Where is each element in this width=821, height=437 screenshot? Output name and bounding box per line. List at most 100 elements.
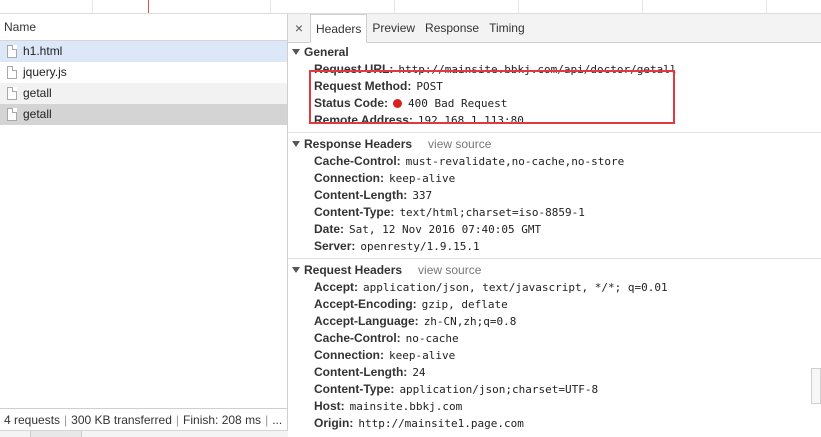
header-key: Cache-Control:	[314, 331, 401, 345]
response-header-row: Server: openresty/1.9.15.1	[314, 238, 480, 255]
file-icon	[7, 66, 17, 79]
header-key: Host:	[314, 399, 345, 413]
transferred-size: 300 KB transferred	[71, 413, 172, 427]
general-row-remote-address: Remote Address: 192.168.1.113:80	[314, 112, 524, 129]
request-row-jquery-js[interactable]: jquery.js	[0, 62, 287, 83]
triangle-down-icon	[292, 49, 300, 55]
header-value: no-cache	[405, 332, 459, 345]
header-key: Accept:	[314, 280, 359, 294]
section-divider	[288, 132, 821, 133]
tab-response[interactable]: Response	[420, 14, 484, 42]
header-key: Connection:	[314, 171, 384, 185]
tab-timing[interactable]: Timing	[484, 14, 530, 42]
header-key: Cache-Control:	[314, 154, 401, 168]
header-value: Sat, 12 Nov 2016 07:40:05 GMT	[349, 223, 542, 236]
request-row-getall[interactable]: getall	[0, 83, 287, 104]
timeline-marker	[148, 0, 149, 13]
general-row-request-method: Request Method: POST	[314, 78, 443, 95]
header-value: http://mainsite.bbkj.com/api/doctor/geta…	[398, 63, 677, 76]
top-timeline-strip	[0, 0, 821, 14]
headers-content: General Request URL: http://mainsite.bbkj…	[288, 43, 821, 437]
status-error-dot-icon	[393, 99, 403, 108]
header-value: openresty/1.9.15.1	[360, 240, 480, 253]
request-name: getall	[23, 107, 52, 121]
general-section-toggle[interactable]: General	[292, 44, 349, 60]
header-value: keep-alive	[389, 349, 456, 362]
header-key: Content-Length:	[314, 365, 408, 379]
header-key: Content-Length:	[314, 188, 408, 202]
header-key: Accept-Encoding:	[314, 297, 417, 311]
header-value: http://mainsite1.page.com	[358, 417, 524, 430]
more-ellipsis: ...	[272, 413, 283, 427]
header-value: keep-alive	[389, 172, 456, 185]
request-header-row: Host: mainsite.bbkj.com	[314, 398, 462, 415]
timeline-tick	[766, 0, 767, 13]
request-headers-title: Request Headers	[304, 263, 403, 277]
header-value: 400 Bad Request	[408, 97, 508, 110]
general-title: General	[304, 45, 349, 59]
scrollbar-thumb[interactable]	[811, 368, 821, 404]
timeline-tick	[642, 0, 643, 13]
tab-preview[interactable]: Preview	[367, 14, 420, 42]
request-list-pane: Name h1.html jquery.js getall getall 4 r…	[0, 14, 288, 437]
header-key: Date:	[314, 222, 345, 236]
request-header-row: Content-Type: application/json;charset=UT…	[314, 381, 598, 398]
header-value: mainsite.bbkj.com	[349, 400, 463, 413]
response-view-source-link[interactable]: view source	[428, 137, 491, 151]
header-value: 192.168.1.113:80	[417, 114, 524, 127]
file-icon	[7, 108, 17, 121]
request-header-row: Origin: http://mainsite1.page.com	[314, 415, 524, 432]
header-key: Accept-Language:	[314, 314, 419, 328]
response-header-row: Connection: keep-alive	[314, 170, 455, 187]
header-key: Request URL:	[314, 62, 394, 76]
file-icon	[7, 87, 17, 100]
triangle-down-icon	[292, 267, 300, 273]
request-header-row: Connection: keep-alive	[314, 347, 455, 364]
header-value: text/html;charset=iso-8859-1	[399, 206, 585, 219]
response-headers-section-toggle[interactable]: Response Headers view source	[292, 136, 491, 152]
request-name: jquery.js	[23, 65, 67, 79]
request-details-pane: × Headers Preview Response Timing Genera…	[288, 14, 821, 437]
tab-headers[interactable]: Headers	[310, 14, 368, 43]
close-icon[interactable]: ×	[288, 14, 310, 42]
response-header-row: Content-Type: text/html;charset=iso-8859-…	[314, 204, 585, 221]
request-header-row: Accept-Language: zh-CN,zh;q=0.8	[314, 313, 516, 330]
response-header-row: Cache-Control: must-revalidate,no-cache,n…	[314, 153, 624, 170]
header-key: Request Method:	[314, 79, 412, 93]
request-row-getall-active[interactable]: getall	[0, 104, 287, 125]
network-summary-bar: 4 requests | 300 KB transferred | Finish: 20…	[0, 408, 287, 430]
bottom-drawer-strip	[0, 430, 288, 437]
header-key: Content-Type:	[314, 205, 395, 219]
timeline-tick	[518, 0, 519, 13]
request-name: getall	[23, 86, 52, 100]
request-header-row: Content-Length: 24	[314, 364, 426, 381]
request-headers-section-toggle[interactable]: Request Headers view source	[292, 262, 481, 278]
timeline-tick	[92, 0, 93, 13]
timeline-tick	[270, 0, 271, 13]
response-header-row: Content-Length: 337	[314, 187, 432, 204]
header-value: zh-CN,zh;q=0.8	[423, 315, 517, 328]
drawer-tab[interactable]	[30, 431, 82, 437]
file-icon	[7, 45, 17, 58]
request-header-row: Cache-Control: no-cache	[314, 330, 459, 347]
timeline-tick	[394, 0, 395, 13]
request-view-source-link[interactable]: view source	[418, 263, 481, 277]
header-value: POST	[416, 80, 443, 93]
header-key: Remote Address:	[314, 113, 413, 127]
header-value: gzip, deflate	[421, 298, 508, 311]
header-value: must-revalidate,no-cache,no-store	[405, 155, 625, 168]
section-divider	[288, 258, 821, 259]
request-row-h1-html[interactable]: h1.html	[0, 41, 287, 62]
response-header-row: Date: Sat, 12 Nov 2016 07:40:05 GMT	[314, 221, 541, 238]
details-tab-bar: × Headers Preview Response Timing	[288, 14, 821, 43]
header-key: Content-Type:	[314, 382, 395, 396]
header-value: application/json, text/javascript, */*; …	[363, 281, 668, 294]
header-key: Status Code:	[314, 96, 389, 110]
header-value: 24	[412, 366, 426, 379]
header-value: application/json;charset=UTF-8	[399, 383, 599, 396]
name-column-header[interactable]: Name	[0, 14, 287, 41]
header-key: Server:	[314, 239, 356, 253]
general-row-request-url: Request URL: http://mainsite.bbkj.com/api…	[314, 61, 677, 78]
header-value: 337	[412, 189, 433, 202]
general-row-status-code: Status Code: 400 Bad Request	[314, 95, 507, 112]
